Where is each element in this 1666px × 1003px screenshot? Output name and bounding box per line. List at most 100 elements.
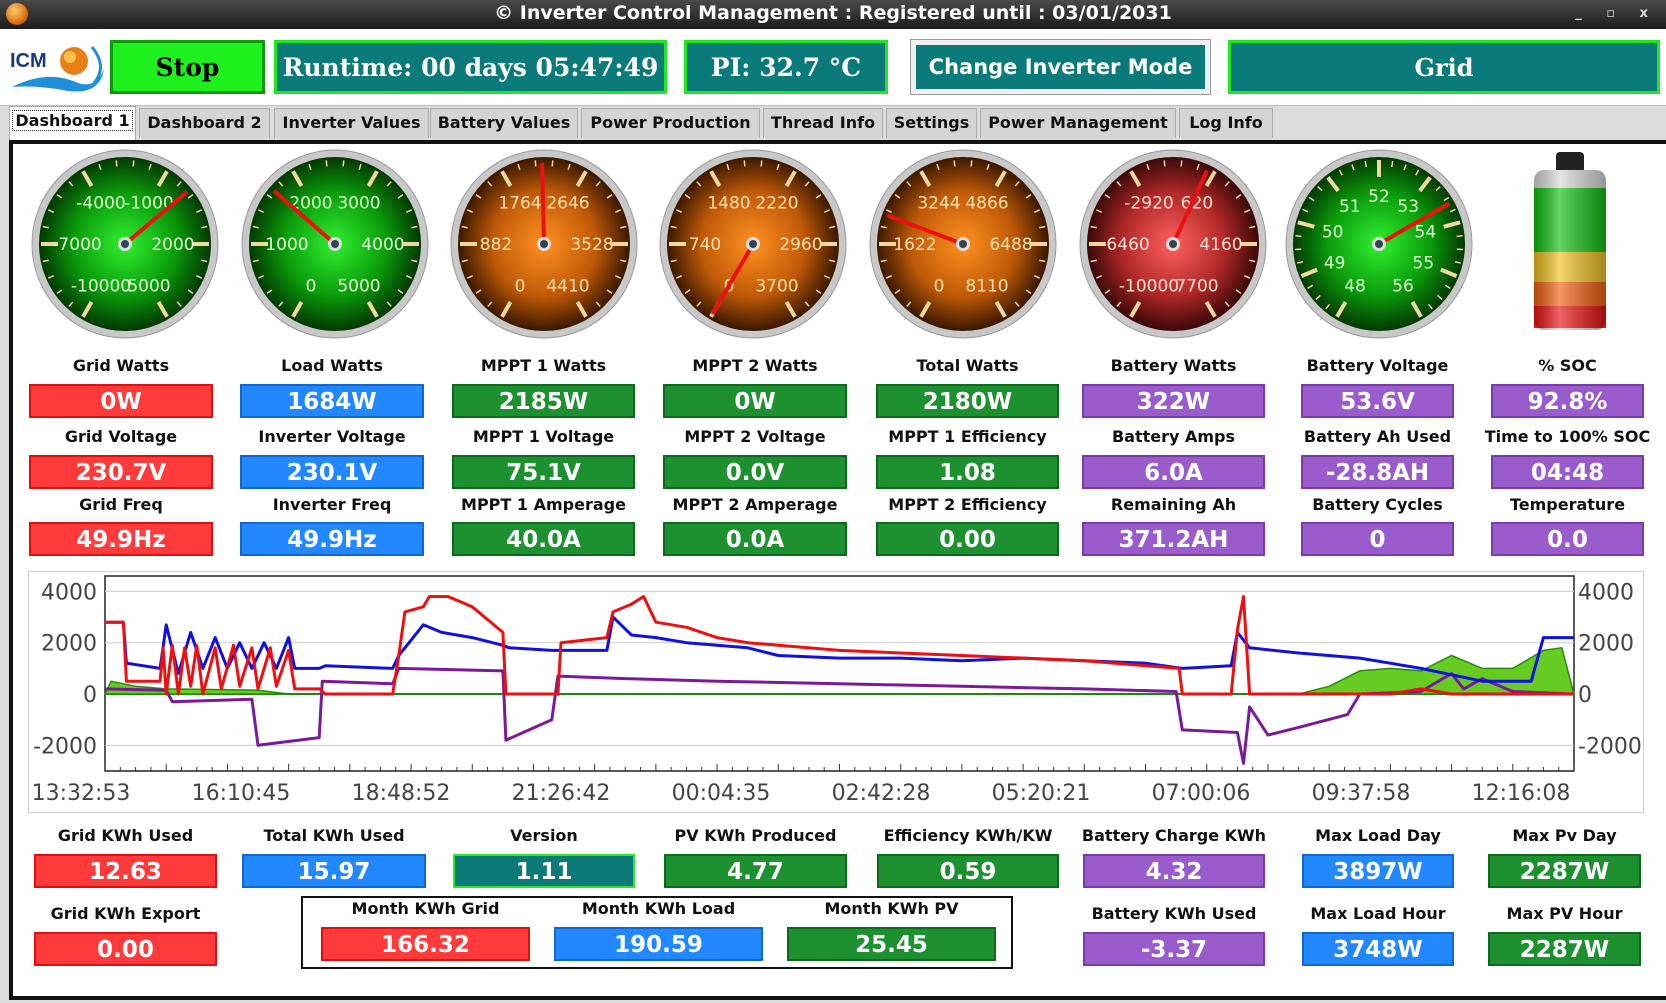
gauge-scale-label: 4000 [361,235,404,255]
gauge-scale-label: 48 [1344,277,1366,297]
tab-dashboard-2[interactable]: Dashboard 2 [139,108,270,138]
mppt-1-efficiency-value: 1.08 [876,455,1059,489]
grid-kwh-used-value: 12.63 [34,854,217,888]
mppt-2-amperage-label: MPPT 2 Amperage [672,495,838,514]
tab-label: Dashboard 1 [12,110,133,131]
tab-label: Log Info [1189,113,1263,132]
gauge-tick [1295,235,1302,238]
gauge-scale-label: 2646 [546,193,589,213]
tab-inverter-values[interactable]: Inverter Values [274,108,429,138]
x-tick-label: 18:48:52 [352,781,451,806]
month-kwh-pv-value: 25.45 [787,927,996,961]
total-kwh-used-value: 15.97 [242,854,426,888]
pv-kwh-produced-label: PV KWh Produced [674,826,837,845]
y-tick-label-right: 0 [1578,683,1592,708]
battery-cycles-label: Battery Cycles [1312,495,1443,514]
gauge-scale-label: 52 [1368,187,1390,207]
gauge-tick [1390,160,1394,168]
x-tick-label: 02:42:28 [832,781,931,806]
gauge-scale-label: 2960 [779,235,822,255]
gauge-tick [551,160,554,167]
version-label: Version [510,826,578,845]
app-icon [6,3,28,25]
gauge-scale-label: 0 [306,277,317,297]
grid-freq-label: Grid Freq [79,495,163,514]
toolbar: ICM Stop Runtime: 00 days 05:47:49 PI: 3… [0,29,1666,106]
gauge-scale-label: -10000 [71,277,131,297]
tab-label: Power Management [988,113,1168,132]
gauge-scale-label: 54 [1415,223,1437,243]
load-watts-value: 1684W [240,384,424,418]
battery-soc-icon [1528,150,1612,336]
tab-label: Settings [893,113,970,132]
month-kwh-grid-value: 166.32 [321,927,530,961]
load-watts-label: Load Watts [281,356,383,375]
battery-kwh-used-label: Battery KWh Used [1091,904,1257,923]
gauge-scale-label: 3528 [570,235,613,255]
month-kwh-pv-label: Month KWh PV [824,899,959,918]
tab-thread-info[interactable]: Thread Info [763,108,883,138]
gauge-scale-label: 50 [1322,223,1344,243]
gauge-tick [115,160,118,167]
inverter-freq-value: 49.9Hz [240,522,424,556]
gauge-tick [534,160,537,167]
gauge-tick [132,160,135,167]
battery-voltage-gauge: 48 49 50 51 52 53 54 55 56 [1285,149,1473,339]
gauge-scale-label: -6460 [1100,235,1149,255]
gauge-scale-label: 1622 [893,235,936,255]
pv-kwh-produced-value: 4.77 [664,854,847,888]
grid-voltage-value: 230.7V [29,455,213,489]
time-to-100pct-soc-value: 04:48 [1491,455,1644,489]
gauge-scale-label: -4000 [76,193,125,213]
gauge-scale-label: 5000 [127,277,170,297]
month-kwh-load-value: 190.59 [554,927,763,961]
tab-power-management[interactable]: Power Management [980,108,1176,138]
tab-label: Thread Info [770,113,876,132]
remaining-ah-label: Remaining Ah [1110,495,1237,514]
inverter-voltage-label: Inverter Voltage [258,427,406,446]
gauge-tick [325,160,328,167]
change-inverter-mode-button[interactable]: Change Inverter Mode [910,39,1211,95]
title-bar: © Inverter Control Management : Register… [0,0,1666,29]
gauge-scale-label: 55 [1413,253,1435,273]
gauge-scale-label: 882 [480,235,512,255]
window-controls[interactable]: _ ▫ x [1575,0,1658,27]
tab-battery-values[interactable]: Battery Values [430,108,578,138]
mppt-1-amperage-value: 40.0A [452,522,635,556]
battery-kwh-used-value: -3.37 [1083,932,1265,966]
mppt-1-watts-label: MPPT 1 Watts [480,356,607,375]
battery-voltage-value: 53.6V [1301,384,1454,418]
x-tick-label: 07:00:06 [1152,781,1251,806]
load-watts-gauge: 010002000 300040005000 [241,149,429,339]
month-kwh-load-label: Month KWh Load [581,899,736,918]
tab-log-info[interactable]: Log Info [1179,108,1273,138]
y-tick-label-left: 4000 [41,580,97,605]
gauge-tick [1180,160,1183,167]
tab-label: Inverter Values [282,113,421,132]
grid-kwh-export-label: Grid KWh Export [50,904,201,923]
battery-voltage-label: Battery Voltage [1306,356,1449,375]
y-tick-label-right: 4000 [1578,580,1634,605]
tab-power-production[interactable]: Power Production [581,108,760,138]
inverter-mode-button[interactable]: Grid [1228,40,1660,94]
mppt-1-voltage-value: 75.1V [452,455,635,489]
pi-temperature-display: PI: 32.7 °C [684,40,888,94]
y-tick-label-right: 2000 [1578,632,1634,657]
inverter-voltage-value: 230.1V [240,455,424,489]
gauge-scale-label: 3700 [755,277,798,297]
mppt-2-watts-label: MPPT 2 Watts [692,356,818,375]
grid-watts-label: Grid Watts [72,356,170,375]
max-pv-day-label: Max Pv Day [1512,826,1617,845]
tab-dashboard-1[interactable]: Dashboard 1 [9,106,136,140]
grid-watts-gauge: -10000-7000-4000-100020005000 [31,149,219,339]
temperature-label: Temperature [1509,495,1626,514]
battery-watts-gauge: -10000-6460-2920 62041607700 [1079,149,1267,339]
x-tick-label: 00:04:35 [672,781,771,806]
remaining-ah-value: 371.2AH [1082,522,1265,556]
svg-text:ICM: ICM [10,50,47,72]
month-kwh-grid-label: Month KWh Grid [351,899,500,918]
mppt-2-voltage-label: MPPT 2 Voltage [684,427,826,446]
stop-button[interactable]: Stop [110,40,265,94]
tab-settings[interactable]: Settings [886,108,977,138]
mppt2-watts-gauge: 07401480222029603700 [659,149,847,339]
